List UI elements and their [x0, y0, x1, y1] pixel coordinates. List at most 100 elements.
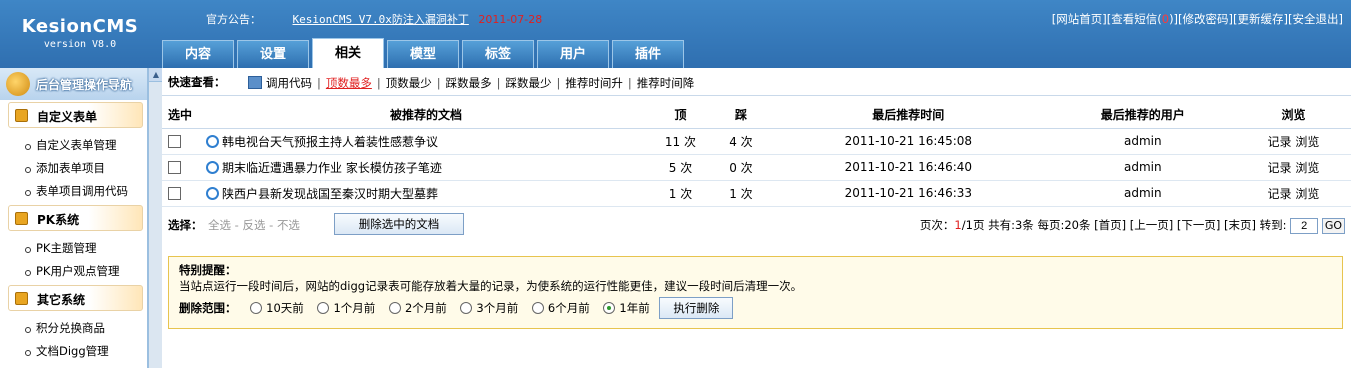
- notice-link[interactable]: KesionCMS V7.0x防注入漏洞补丁: [293, 13, 469, 26]
- link-update-cache[interactable]: [更新缓存]: [1233, 12, 1288, 26]
- ie-document-icon: [206, 134, 219, 148]
- radio-1-year[interactable]: [603, 302, 616, 314]
- browse-link[interactable]: 浏览: [1295, 187, 1319, 201]
- ie-document-icon: [206, 160, 219, 174]
- col-document: 被推荐的文档: [206, 101, 646, 129]
- doc-title[interactable]: 期末临近遭遇暴力作业 家长模仿孩子笔迹: [222, 161, 442, 175]
- book-icon: [15, 109, 28, 122]
- quick-least-up[interactable]: 顶数最少: [386, 76, 432, 90]
- tab-plugins[interactable]: 插件: [612, 40, 684, 68]
- record-link[interactable]: 记录: [1268, 135, 1292, 149]
- select-all[interactable]: 全选: [208, 218, 231, 232]
- link-logout[interactable]: [安全退出]: [1288, 12, 1343, 26]
- record-link[interactable]: 记录: [1268, 187, 1292, 201]
- record-link[interactable]: 记录: [1268, 161, 1292, 175]
- tab-users[interactable]: 用户: [537, 40, 609, 68]
- select-none[interactable]: 不选: [277, 218, 300, 232]
- execute-delete-button[interactable]: 执行删除: [659, 297, 734, 319]
- digg-table: 选中 被推荐的文档 顶 踩 最后推荐时间 最后推荐的用户 浏览 韩电视台天气预报…: [162, 101, 1351, 207]
- sidebar-item-points-exchange[interactable]: 积分兑换商品: [0, 317, 147, 340]
- top-links: [网站首页][查看短信(0)][修改密码][更新缓存][安全退出]: [1052, 11, 1343, 27]
- sidebar-item-label: 添加表单项目: [36, 161, 105, 175]
- down-count: 0 次: [714, 154, 767, 181]
- sidebar-title: 后台管理操作导航: [0, 68, 147, 100]
- sidebar-item-label: 积分兑换商品: [36, 321, 105, 335]
- last-time: 2011-10-21 16:46:40: [766, 154, 1050, 181]
- section-custom-forms[interactable]: 自定义表单: [8, 102, 143, 128]
- radio-2-months[interactable]: [388, 302, 401, 314]
- go-button[interactable]: GO: [1321, 217, 1345, 234]
- up-count: 11 次: [646, 128, 715, 155]
- quick-call-code[interactable]: 调用代码: [266, 76, 312, 90]
- row-checkbox[interactable]: [168, 161, 181, 174]
- tab-tags[interactable]: 标签: [462, 40, 534, 68]
- select-invert[interactable]: 反选: [242, 218, 265, 232]
- page-goto-input[interactable]: [1290, 217, 1319, 234]
- main-panel: 快速查看： 调用代码 | 顶数最多 | 顶数最少 | 踩数最多 | 踩数最少 | 推荐时间升 | 推荐时…: [162, 68, 1351, 368]
- col-last-user: 最后推荐的用户: [1049, 101, 1236, 129]
- reminder-title: 特别提醒：: [179, 263, 237, 277]
- radio-label: 6个月前: [547, 301, 590, 315]
- navigation-icon: [6, 72, 30, 96]
- sidebar-item-digg-manage[interactable]: 文档Digg管理: [0, 340, 147, 363]
- tab-model[interactable]: 模型: [387, 40, 459, 68]
- link-site-home[interactable]: [网站首页]: [1052, 12, 1107, 26]
- pager-info[interactable]: /1页 共有:3条 每页:20条 [首页] [上一页] [下一页] [末页] 转…: [962, 218, 1287, 232]
- quick-most-up[interactable]: 顶数最多: [326, 76, 372, 90]
- radio-1-month[interactable]: [317, 302, 330, 314]
- delete-selected-button[interactable]: 删除选中的文档: [334, 213, 464, 235]
- up-count: 1 次: [646, 180, 715, 207]
- row-checkbox[interactable]: [168, 135, 181, 148]
- link-change-password[interactable]: [修改密码]: [1178, 12, 1233, 26]
- link-view-messages[interactable]: [查看短信(0)]: [1107, 12, 1178, 26]
- last-time: 2011-10-21 16:46:33: [766, 180, 1050, 207]
- section-title: 自定义表单: [37, 110, 98, 124]
- col-down: 踩: [714, 101, 767, 129]
- browse-link[interactable]: 浏览: [1295, 135, 1319, 149]
- browse-link[interactable]: 浏览: [1295, 161, 1319, 175]
- doc-title[interactable]: 陕西户县新发现战国至秦汉时期大型墓葬: [222, 187, 438, 201]
- quick-view-label: 快速查看：: [168, 75, 226, 89]
- quick-least-down[interactable]: 踩数最少: [506, 76, 552, 90]
- sidebar-item-label: PK主题管理: [36, 241, 97, 255]
- sidebar-item-form-manage[interactable]: 自定义表单管理: [0, 134, 147, 157]
- radio-10-days[interactable]: [250, 302, 263, 314]
- delete-range: 删除范围： 10天前 1个月前 2个月前 3个月前 6个月前 1年前 执行删除: [179, 297, 1332, 319]
- book-icon: [15, 212, 28, 225]
- pager: 页次：1/1页 共有:3条 每页:20条 [首页] [上一页] [下一页] [末…: [920, 217, 1345, 234]
- messages-count: 0: [1161, 12, 1170, 26]
- pager-prefix: 页次：: [919, 218, 955, 232]
- tab-settings[interactable]: 设置: [237, 40, 309, 68]
- sidebar-item-pk-opinions[interactable]: PK用户观点管理: [0, 260, 147, 283]
- radio-3-months[interactable]: [460, 302, 473, 314]
- col-select: 选中: [162, 101, 206, 129]
- sidebar-item-label: 自定义表单管理: [36, 138, 117, 152]
- scroll-up-icon[interactable]: ▲: [149, 68, 163, 82]
- sidebar-item-add-form-item[interactable]: 添加表单项目: [0, 157, 147, 180]
- table-row: 陕西户县新发现战国至秦汉时期大型墓葬 1 次 1 次 2011-10-21 16…: [162, 180, 1351, 207]
- col-last-time: 最后推荐时间: [766, 101, 1050, 129]
- reminder-text: 当站点运行一段时间后，网站的digg记录表可能存放着大量的记录，为使系统的运行性…: [179, 279, 803, 293]
- book-icon: [15, 292, 28, 305]
- action-bar: 选择： 全选 - 反选 - 不选 删除选中的文档 页次：1/1页 共有:3条 每…: [162, 212, 1351, 238]
- cleanup-reminder: 特别提醒： 当站点运行一段时间后，网站的digg记录表可能存放着大量的记录，为使…: [168, 256, 1343, 329]
- sidebar-item-form-code[interactable]: 表单项目调用代码: [0, 180, 147, 203]
- official-notice: 官方公告： KesionCMS V7.0x防注入漏洞补丁 2011-07-28: [206, 11, 542, 27]
- table-header-row: 选中 被推荐的文档 顶 踩 最后推荐时间 最后推荐的用户 浏览: [162, 101, 1351, 129]
- quick-view-bar: 快速查看： 调用代码 | 顶数最多 | 顶数最少 | 踩数最多 | 踩数最少 | 推荐时间升 | 推荐时…: [162, 68, 1351, 96]
- sidebar-item-pk-topics[interactable]: PK主题管理: [0, 237, 147, 260]
- doc-title[interactable]: 韩电视台天气预报主持人着装性感惹争议: [222, 135, 438, 149]
- quick-time-asc[interactable]: 推荐时间升: [565, 76, 623, 90]
- logo: KesionCMS version V8.0: [0, 0, 160, 68]
- col-up: 顶: [646, 101, 715, 129]
- sidebar-scrollbar[interactable]: ▲: [148, 68, 163, 368]
- quick-time-desc[interactable]: 推荐时间降: [637, 76, 695, 90]
- section-pk-system[interactable]: PK系统: [8, 205, 143, 231]
- tab-related[interactable]: 相关: [312, 38, 384, 68]
- row-checkbox[interactable]: [168, 187, 181, 200]
- messages-close: )]: [1169, 12, 1179, 26]
- tab-content[interactable]: 内容: [162, 40, 234, 68]
- quick-most-down[interactable]: 踩数最多: [446, 76, 492, 90]
- section-other-systems[interactable]: 其它系统: [8, 285, 143, 311]
- radio-6-months[interactable]: [531, 302, 544, 314]
